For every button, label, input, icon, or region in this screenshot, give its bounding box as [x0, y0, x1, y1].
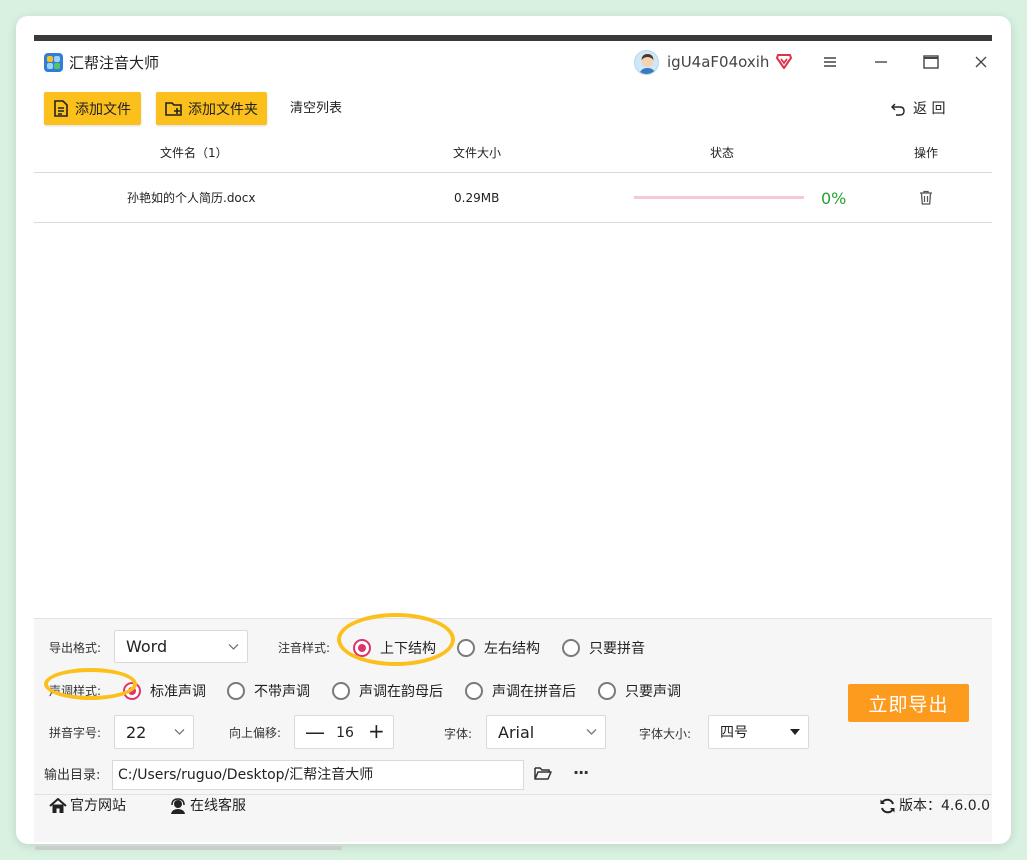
app-logo-icon	[44, 53, 63, 72]
online-support-link[interactable]: 在线客服	[169, 797, 246, 815]
column-header-filename[interactable]: 文件名（1）	[160, 145, 228, 161]
chevron-down-icon	[586, 729, 597, 735]
chevron-down-icon	[228, 643, 239, 650]
output-dir-input[interactable]: C:/Users/ruguo/Desktop/汇帮注音大师	[112, 760, 524, 790]
user-avatar[interactable]	[634, 50, 659, 75]
export-format-value: Word	[126, 637, 168, 656]
tone-style-label: 声调样式:	[49, 684, 102, 698]
version-info: 版本： 4.6.0.0	[879, 797, 990, 815]
font-size-value: 四号	[720, 725, 748, 741]
customer-service-icon	[171, 798, 185, 814]
username[interactable]: igU4aF04oxih	[667, 52, 769, 72]
add-folder-button[interactable]: 添加文件夹	[156, 92, 267, 125]
footer-divider	[34, 794, 992, 795]
output-dir-label: 输出目录:	[44, 768, 101, 783]
pinyin-size-value: 22	[126, 722, 147, 742]
annotation-option-left-right[interactable]: 左右结构	[457, 638, 540, 658]
clear-list-button[interactable]: 清空列表	[290, 100, 342, 118]
window-top-strip	[34, 35, 992, 41]
minimize-icon[interactable]	[866, 49, 896, 75]
radio-icon	[227, 682, 245, 700]
pinyin-size-label: 拼音字号:	[49, 726, 102, 740]
app-window: 汇帮注音大师 igU4aF04oxih 添加文件 添加文件夹 清空列表 返 回 …	[16, 16, 1011, 844]
add-folder-label: 添加文件夹	[188, 101, 258, 118]
export-now-button[interactable]: 立即导出	[848, 684, 969, 722]
offset-value[interactable]: 16	[335, 725, 355, 741]
tone-option-standard[interactable]: 标准声调	[123, 681, 206, 701]
add-file-label: 添加文件	[75, 101, 131, 118]
row-filesize: 0.29MB	[454, 191, 500, 205]
annotation-option-top-bottom[interactable]: 上下结构	[353, 638, 436, 658]
pinyin-size-select[interactable]: 22	[114, 715, 194, 749]
decrement-button[interactable]: —	[305, 722, 325, 742]
offset-stepper[interactable]: — 16 +	[294, 715, 394, 749]
column-header-action: 操作	[914, 146, 939, 160]
back-arrow-icon	[891, 103, 905, 116]
back-button[interactable]: 返 回	[891, 100, 945, 118]
tone-option-tone-only[interactable]: 只要声调	[598, 681, 681, 701]
tone-option-after-pinyin[interactable]: 声调在拼音后	[465, 681, 576, 701]
horizontal-scrollbar[interactable]	[35, 846, 342, 850]
radio-selected-icon	[123, 682, 141, 700]
export-format-label: 导出格式:	[49, 641, 102, 655]
row-progress-label: 0%	[821, 189, 847, 208]
maximize-icon[interactable]	[916, 49, 946, 75]
radio-icon	[562, 639, 580, 657]
font-value: Arial	[498, 722, 535, 742]
folder-open-icon[interactable]	[534, 766, 552, 781]
font-label: 字体:	[444, 727, 473, 741]
offset-label: 向上偏移:	[229, 726, 282, 740]
annotation-style-label: 注音样式:	[278, 641, 331, 655]
tone-option-after-final[interactable]: 声调在韵母后	[332, 681, 443, 701]
close-icon[interactable]	[966, 49, 996, 75]
increment-button[interactable]: +	[368, 721, 385, 741]
row-progress-bar	[634, 196, 804, 199]
add-file-icon	[54, 100, 68, 117]
add-folder-icon	[165, 101, 182, 116]
radio-icon	[598, 682, 616, 700]
version-number: 4.6.0.0	[941, 798, 990, 814]
app-title: 汇帮注音大师	[69, 54, 160, 72]
font-select[interactable]: Arial	[486, 715, 606, 749]
font-size-label: 字体大小:	[639, 727, 692, 741]
radio-icon	[457, 639, 475, 657]
tone-option-none[interactable]: 不带声调	[227, 681, 310, 701]
annotation-option-pinyin-only[interactable]: 只要拼音	[562, 638, 645, 658]
vip-badge-icon[interactable]	[775, 52, 793, 70]
caret-down-icon	[790, 729, 800, 735]
refresh-icon[interactable]	[879, 798, 896, 814]
font-size-select[interactable]: 四号	[708, 715, 809, 749]
more-options-button[interactable]: ···	[573, 765, 589, 781]
export-format-select[interactable]: Word	[114, 630, 248, 663]
radio-icon	[465, 682, 483, 700]
column-header-filesize[interactable]: 文件大小	[453, 145, 501, 161]
row-divider	[34, 222, 992, 223]
back-label: 返 回	[913, 101, 946, 117]
radio-icon	[332, 682, 350, 700]
header-divider	[34, 172, 992, 173]
radio-selected-icon	[353, 639, 371, 657]
chevron-down-icon	[174, 729, 185, 735]
official-website-link[interactable]: 官方网站	[49, 797, 126, 815]
trash-icon[interactable]	[919, 190, 933, 205]
home-icon	[49, 798, 67, 813]
row-filename: 孙艳如的个人简历.docx	[127, 191, 256, 205]
menu-icon[interactable]	[815, 49, 845, 75]
column-header-status: 状态	[710, 146, 735, 160]
add-file-button[interactable]: 添加文件	[44, 92, 141, 125]
